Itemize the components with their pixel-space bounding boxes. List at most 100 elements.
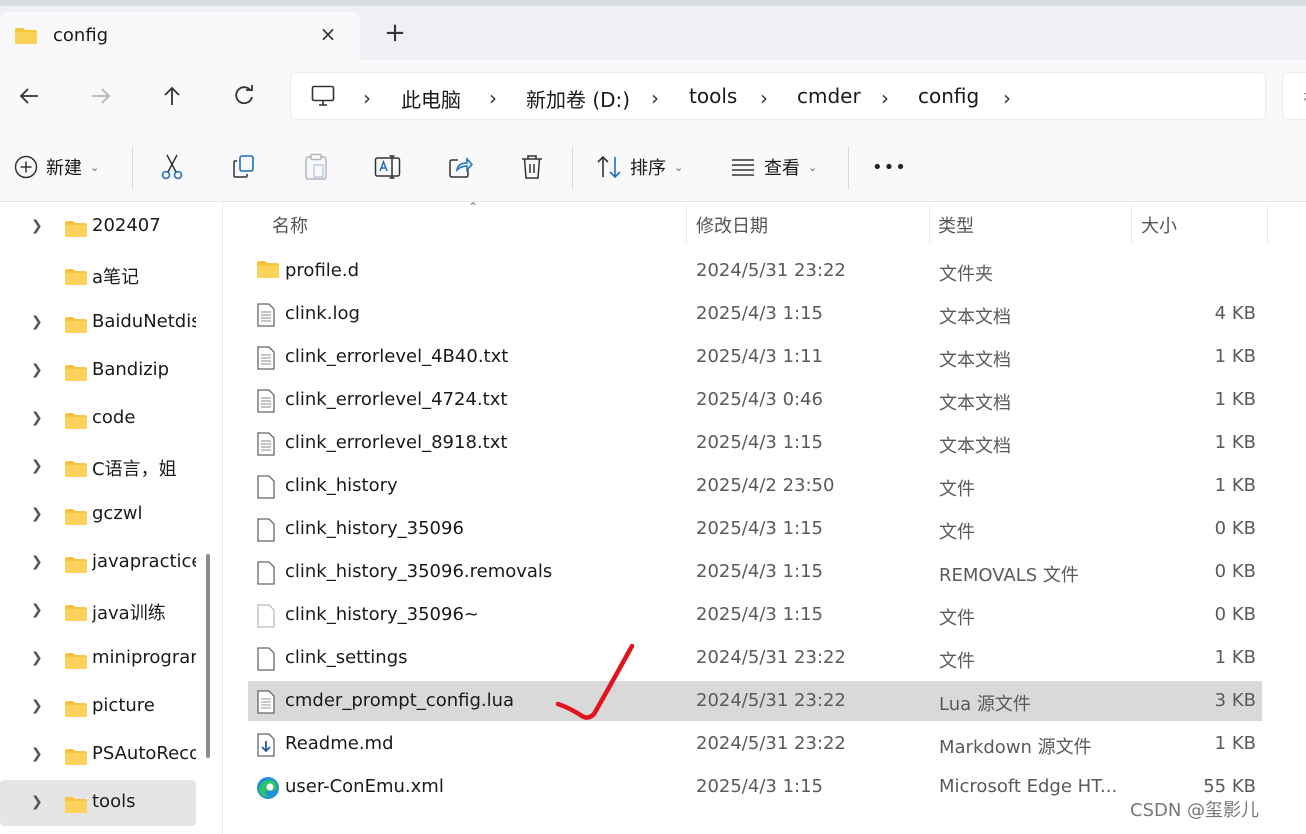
sidebar-item[interactable]: ❯ BaiduNetdisk (0, 300, 196, 346)
file-name: clink.log (285, 303, 360, 324)
column-header-name[interactable]: 名称 (272, 212, 308, 238)
sidebar-item[interactable]: ❯ PSAutoRecover (0, 732, 196, 778)
file-row[interactable]: clink.log 2025/4/3 1:15 文本文档 4 KB (248, 294, 1262, 334)
search-box[interactable]: 在 (1282, 72, 1306, 120)
sidebar-item-label: gczwl (92, 503, 143, 524)
chevron-right-icon[interactable]: ❯ (31, 650, 43, 666)
column-header-size[interactable]: 大小 (1141, 212, 1177, 238)
sidebar-item[interactable]: ❯ C语言，姐 (0, 444, 196, 490)
file-name: clink_errorlevel_4724.txt (285, 389, 508, 410)
sidebar-item[interactable]: ❯ gczwl (0, 492, 196, 538)
sidebar-item[interactable]: ❯ code (0, 396, 196, 442)
breadcrumb-separator[interactable]: › (1003, 86, 1011, 110)
sidebar-scrollbar[interactable] (206, 554, 210, 758)
computer-icon (311, 85, 335, 111)
chevron-right-icon[interactable]: ❯ (31, 314, 43, 330)
file-row[interactable]: clink_settings 2024/5/31 23:22 文件 1 KB (248, 638, 1262, 678)
new-tab-button[interactable]: + (382, 20, 408, 46)
chevron-right-icon[interactable]: ❯ (31, 362, 43, 378)
file-date: 2025/4/3 0:46 (696, 389, 823, 410)
chevron-right-icon[interactable]: ❯ (31, 794, 43, 810)
breadcrumb-drive-d[interactable]: 新加卷 (D:) (526, 84, 630, 113)
breadcrumb-separator[interactable]: › (760, 86, 768, 110)
sidebar-item-tools[interactable]: ❯ tools (0, 780, 196, 826)
sidebar-item-label: javapractice (92, 551, 196, 572)
up-button[interactable] (154, 78, 190, 114)
file-row[interactable]: clink_errorlevel_4B40.txt 2025/4/3 1:11 … (248, 337, 1262, 377)
sidebar-item[interactable]: ❯ javapractice (0, 540, 196, 586)
file-row[interactable]: clink_history_35096.removals 2025/4/3 1:… (248, 552, 1262, 592)
folder-icon (64, 412, 88, 434)
breadcrumb-config[interactable]: config (918, 84, 979, 108)
column-header-type[interactable]: 类型 (938, 212, 974, 238)
chevron-right-icon[interactable]: ❯ (31, 602, 43, 618)
sidebar-item[interactable]: ❯ java训练 (0, 588, 196, 634)
file-date: 2025/4/3 1:15 (696, 303, 823, 324)
file-row[interactable]: clink_errorlevel_8918.txt 2025/4/3 1:15 … (248, 423, 1262, 463)
column-divider[interactable] (929, 204, 930, 244)
rename-button[interactable] (374, 152, 402, 182)
chevron-right-icon[interactable]: ❯ (31, 458, 43, 474)
paste-button[interactable] (304, 152, 328, 182)
sidebar-item[interactable]: a笔记 (0, 252, 196, 298)
breadcrumb-tools[interactable]: tools (689, 84, 737, 108)
copy-button[interactable] (232, 152, 256, 182)
tab-config[interactable]: config × (0, 12, 360, 60)
file-row[interactable]: clink_history 2025/4/2 23:50 文件 1 KB (248, 466, 1262, 506)
chevron-right-icon[interactable]: ❯ (31, 506, 43, 522)
folder-icon (64, 316, 88, 338)
folder-icon (64, 556, 88, 578)
file-row[interactable]: clink_history_35096~ 2025/4/3 1:15 文件 0 … (248, 595, 1262, 635)
close-tab-icon[interactable]: × (316, 22, 340, 46)
chevron-right-icon[interactable]: ❯ (31, 698, 43, 714)
column-divider[interactable] (686, 204, 687, 244)
file-size: 0 KB (1214, 518, 1256, 539)
breadcrumb-separator[interactable]: › (881, 86, 889, 110)
file-row[interactable]: clink_errorlevel_4724.txt 2025/4/3 0:46 … (248, 380, 1262, 420)
sidebar-item[interactable]: ❯ miniprogram (0, 636, 196, 682)
file-type: 文本文档 (939, 436, 1011, 457)
toolbar-divider (132, 146, 133, 190)
cut-button[interactable] (160, 152, 184, 182)
sidebar-item[interactable]: ❯ Bandizip (0, 348, 196, 394)
sidebar-item[interactable]: ❯ 202407 (0, 204, 196, 250)
blank-file-icon (256, 561, 278, 585)
breadcrumb-this-pc[interactable]: 此电脑 (401, 84, 461, 113)
folder-icon (64, 700, 88, 722)
file-row[interactable]: profile.d 2024/5/31 23:22 文件夹 (248, 251, 1262, 291)
file-row-selected[interactable]: cmder_prompt_config.lua 2024/5/31 23:22 … (248, 681, 1262, 721)
share-button[interactable] (448, 152, 474, 182)
folder-icon (64, 268, 88, 290)
blank-file-icon (256, 475, 278, 499)
forward-button[interactable] (83, 78, 119, 114)
breadcrumb-cmder[interactable]: cmder (797, 84, 861, 108)
window-top-band (0, 0, 1306, 6)
column-divider[interactable] (1267, 204, 1268, 244)
file-row[interactable]: Readme.md 2024/5/31 23:22 Markdown 源文件 1… (248, 724, 1262, 764)
address-bar[interactable]: › 此电脑 › 新加卷 (D:) › tools › cmder › confi… (290, 72, 1266, 120)
file-row[interactable]: user-ConEmu.xml 2025/4/3 1:15 Microsoft … (248, 767, 1262, 807)
rename-icon (374, 155, 401, 179)
file-row[interactable]: clink_history_35096 2025/4/3 1:15 文件 0 K… (248, 509, 1262, 549)
column-header-date[interactable]: 修改日期 (696, 212, 768, 238)
file-size: 0 KB (1214, 604, 1256, 625)
sidebar-item[interactable]: ❯ picture (0, 684, 196, 730)
sidebar-item-label: C语言，姐 (92, 459, 177, 480)
refresh-button[interactable] (226, 78, 262, 114)
more-options-button[interactable]: ••• (872, 152, 907, 182)
delete-button[interactable] (520, 152, 544, 182)
chevron-right-icon[interactable]: ❯ (31, 746, 43, 762)
file-date: 2025/4/3 1:15 (696, 432, 823, 453)
chevron-right-icon[interactable]: ❯ (31, 410, 43, 426)
back-button[interactable] (11, 78, 47, 114)
new-button[interactable]: 新建 ⌄ (14, 152, 99, 182)
breadcrumb-separator[interactable]: › (489, 86, 497, 110)
breadcrumb-separator[interactable]: › (651, 86, 659, 110)
breadcrumb-separator[interactable]: › (363, 86, 371, 110)
chevron-right-icon[interactable]: ❯ (31, 554, 43, 570)
tab-title: config (53, 25, 109, 46)
sort-button[interactable]: 排序 ⌄ (596, 152, 683, 182)
column-divider[interactable] (1131, 204, 1132, 244)
chevron-right-icon[interactable]: ❯ (31, 218, 43, 234)
view-button[interactable]: 查看 ⌄ (730, 152, 817, 182)
